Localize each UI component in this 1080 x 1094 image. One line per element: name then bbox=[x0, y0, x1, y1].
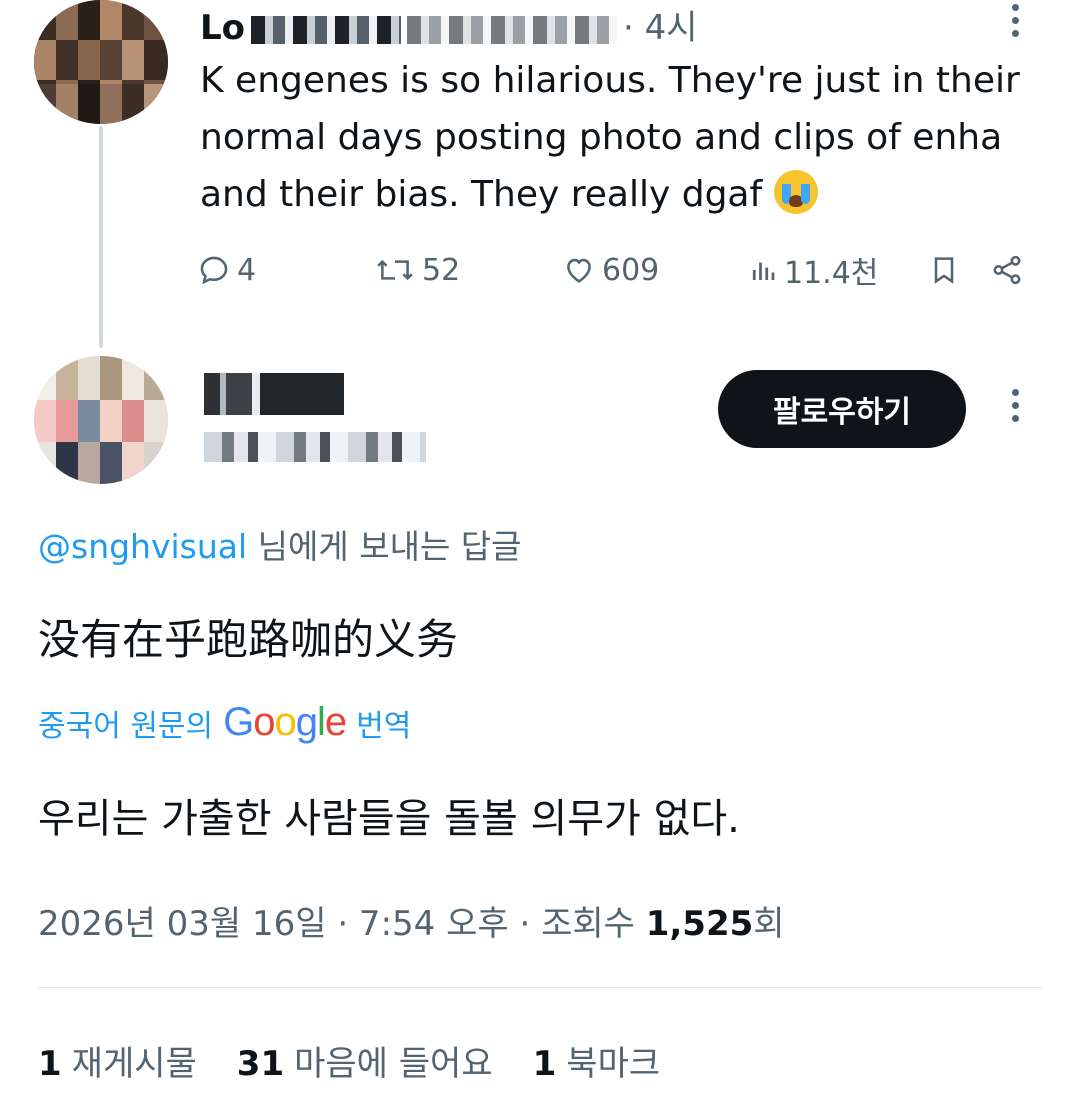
author-name[interactable]: Lo bbox=[200, 8, 245, 48]
bookmarks-label: 북마크 bbox=[566, 1044, 661, 1084]
tweet-text: K engenes is so hilarious. They're just … bbox=[200, 52, 1040, 223]
bookmarks-count: 1 bbox=[532, 1044, 557, 1084]
views-button[interactable]: 11.4천 bbox=[748, 250, 879, 291]
thread-connector-line bbox=[99, 126, 103, 348]
tweet-author-line[interactable]: Lo · 4시 bbox=[200, 0, 698, 49]
likes-stat[interactable]: 31 마음에 들어요 bbox=[237, 1036, 493, 1085]
like-button[interactable]: 609 bbox=[562, 250, 659, 290]
view-count: 11.4천 bbox=[784, 256, 879, 291]
engagement-stats: 1 재게시물 31 마음에 들어요 1 북마크 bbox=[38, 1036, 660, 1085]
reply-button[interactable]: 4 bbox=[197, 250, 256, 290]
mention-link[interactable]: @snghvisual bbox=[38, 527, 247, 566]
tweet-timestamp[interactable]: · 4시 bbox=[623, 8, 698, 48]
tweet-body: K engenes is so hilarious. They're just … bbox=[200, 60, 1020, 215]
avatar[interactable] bbox=[34, 0, 168, 124]
redacted-handle-blur bbox=[407, 15, 618, 44]
translate-prefix: 중국어 원문의 bbox=[38, 708, 214, 744]
retweet-button[interactable]: 52 bbox=[374, 250, 460, 290]
redacted-name-blur bbox=[251, 15, 402, 44]
like-count: 609 bbox=[602, 252, 660, 288]
bookmark-button[interactable] bbox=[928, 250, 966, 290]
view-count-suffix: 회 bbox=[753, 904, 785, 944]
likes-label: 마음에 들어요 bbox=[294, 1044, 493, 1084]
divider bbox=[38, 987, 1042, 988]
views-chart-icon bbox=[752, 262, 775, 280]
redacted-handle[interactable] bbox=[204, 432, 426, 462]
replying-to-line: @snghvisual 님에게 보내는 답글 bbox=[38, 520, 522, 568]
reply-icon bbox=[200, 256, 228, 285]
loudly-crying-face-icon bbox=[773, 170, 818, 214]
reply-count: 4 bbox=[237, 252, 257, 288]
tweet-meta: 2026년 03월 16일 · 7:54 오후 · 조회수 1,525회 bbox=[38, 896, 785, 945]
replying-to-label: 님에게 보내는 답글 bbox=[247, 527, 522, 566]
tweet-datetime[interactable]: 2026년 03월 16일 · 7:54 오후 · 조회수 bbox=[38, 904, 646, 944]
more-options-icon[interactable] bbox=[1012, 4, 1020, 43]
translate-link[interactable]: 중국어 원문의 Google 번역 bbox=[38, 700, 411, 745]
tweet-body: 没有在乎跑路咖的义务 bbox=[38, 615, 459, 664]
heart-icon bbox=[567, 258, 591, 283]
share-icon bbox=[993, 255, 1021, 285]
avatar[interactable] bbox=[34, 356, 168, 484]
reposts-count: 1 bbox=[38, 1044, 62, 1084]
translated-text: 우리는 가출한 사람들을 돌볼 의무가 없다. bbox=[38, 796, 740, 842]
likes-count: 31 bbox=[236, 1044, 285, 1084]
translate-suffix: 번역 bbox=[356, 708, 412, 744]
reposts-stat[interactable]: 1 재게시물 bbox=[38, 1036, 197, 1085]
reposts-label: 재게시물 bbox=[71, 1044, 197, 1084]
retweet-icon bbox=[377, 259, 413, 281]
retweet-count: 52 bbox=[422, 252, 461, 288]
share-button[interactable] bbox=[990, 250, 1030, 290]
follow-button[interactable]: 팔로우하기 bbox=[718, 370, 966, 448]
redacted-display-name[interactable] bbox=[204, 373, 344, 415]
view-count: 1,525 bbox=[645, 904, 754, 944]
google-logo: Google bbox=[223, 700, 347, 744]
more-options-icon[interactable] bbox=[1012, 389, 1020, 428]
bookmarks-stat[interactable]: 1 북마크 bbox=[533, 1036, 661, 1085]
bookmark-icon bbox=[934, 257, 954, 284]
